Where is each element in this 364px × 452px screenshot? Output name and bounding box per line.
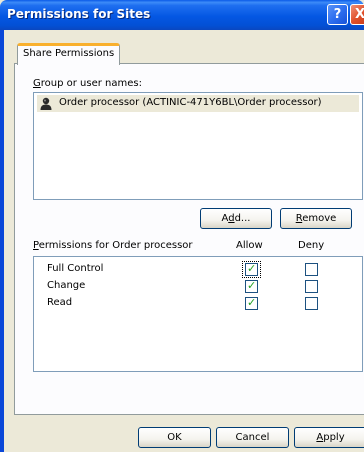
check-icon: ✓ xyxy=(247,296,257,309)
help-button[interactable]: ? xyxy=(327,4,348,25)
table-row: Full Control ✓ xyxy=(34,261,364,278)
allow-checkbox-change[interactable]: ✓ xyxy=(245,279,258,293)
window-frame xyxy=(0,30,4,452)
window-title: Permissions for Sites xyxy=(7,7,151,21)
permission-name: Full Control xyxy=(47,263,104,274)
check-icon: ✓ xyxy=(247,262,257,275)
help-icon: ? xyxy=(333,7,342,22)
group-names-label: Group or user names: xyxy=(33,78,142,89)
permissions-list: Full Control ✓ Change ✓ Read ✓ xyxy=(33,256,363,372)
user-icon xyxy=(40,97,52,110)
permission-name: Read xyxy=(47,297,73,308)
list-item-label: Order processor (ACTINIC-471Y6BL\Order p… xyxy=(59,97,322,108)
deny-checkbox-read[interactable] xyxy=(305,297,318,310)
title-bar[interactable]: Permissions for Sites ? X xyxy=(0,0,364,30)
add-button[interactable]: Add... xyxy=(200,208,272,229)
deny-checkbox-full-control[interactable] xyxy=(305,263,318,276)
table-row: Read ✓ xyxy=(34,295,364,312)
permissions-label: Permissions for Order processor xyxy=(33,240,193,251)
close-icon: X xyxy=(354,7,364,22)
check-icon: ✓ xyxy=(247,279,257,292)
permission-name: Change xyxy=(47,280,86,291)
close-button[interactable]: X xyxy=(350,4,364,25)
list-item[interactable]: Order processor (ACTINIC-471Y6BL\Order p… xyxy=(37,95,359,112)
allow-checkbox-full-control[interactable]: ✓ xyxy=(245,262,258,276)
cancel-button[interactable]: Cancel xyxy=(216,427,289,448)
remove-button[interactable]: Remove xyxy=(280,208,352,229)
allow-checkbox-read[interactable]: ✓ xyxy=(245,296,258,310)
deny-header: Deny xyxy=(298,240,325,251)
allow-header: Allow xyxy=(236,240,263,251)
tab-label: Share Permissions xyxy=(23,48,115,59)
table-row: Change ✓ xyxy=(34,278,364,295)
group-user-list[interactable]: Order processor (ACTINIC-471Y6BL\Order p… xyxy=(33,92,363,200)
deny-checkbox-change[interactable] xyxy=(305,280,318,293)
tab-share-permissions[interactable]: Share Permissions xyxy=(17,43,120,65)
apply-button[interactable]: Apply xyxy=(294,427,364,448)
ok-button[interactable]: OK xyxy=(138,427,211,448)
